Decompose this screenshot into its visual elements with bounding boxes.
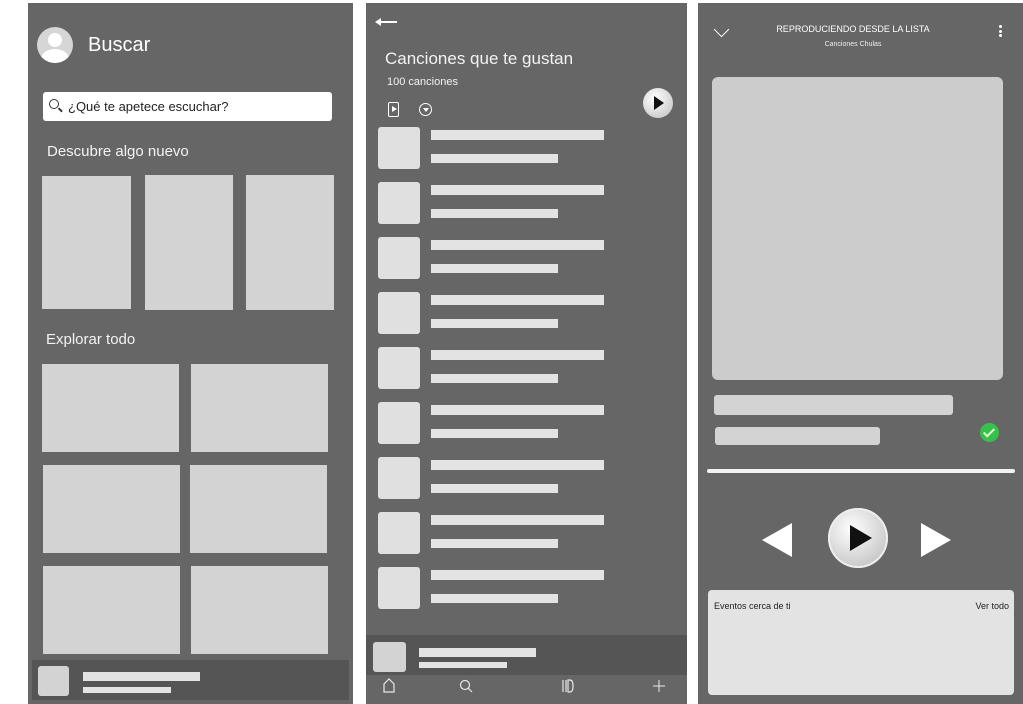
previous-icon[interactable] [762,523,792,557]
track-title [714,395,953,415]
search-icon [49,99,59,109]
song-thumbnail [378,567,420,609]
song-artist [431,374,558,383]
section-title-discover: Descubre algo nuevo [47,143,189,160]
discover-card[interactable] [42,176,131,309]
library-icon[interactable] [562,679,574,698]
song-thumbnail [378,402,420,444]
search-icon[interactable] [459,679,473,698]
playing-from-label: REPRODUCIENDO DESDE LA LISTA [776,24,930,34]
album-art [712,77,1003,380]
genre-card[interactable] [191,364,328,452]
kebab-menu-icon[interactable] [999,25,1002,39]
song-thumbnail [378,292,420,334]
song-artist [431,484,558,493]
song-title [431,405,604,415]
avatar[interactable] [37,27,73,63]
song-thumbnail [378,457,420,499]
mini-player-cover [38,666,69,696]
events-title: Eventos cerca de ti [714,601,791,611]
song-title [431,130,604,140]
song-artist [431,539,558,548]
genre-card[interactable] [190,465,327,553]
song-artist [431,154,558,163]
song-title [431,240,604,250]
download-icon[interactable] [419,103,432,116]
mini-player[interactable] [366,635,687,675]
play-button[interactable] [828,508,888,568]
song-artist [431,429,558,438]
discover-card[interactable] [145,175,233,310]
search-screen: Buscar ¿Qué te apetece escuchar? Descubr… [28,3,353,704]
search-input[interactable]: ¿Qué te apetece escuchar? [43,92,332,121]
song-artist [431,594,558,603]
shuffle-play-icon[interactable] [388,102,399,117]
playlist-name: Canciones Chulas [824,41,882,48]
section-title-explore: Explorar todo [46,331,136,348]
playlist-title: Canciones que te gustan [385,49,574,68]
page-title: Buscar [88,34,151,56]
song-title [431,515,604,525]
song-title [431,570,604,580]
play-button[interactable] [643,88,673,118]
progress-bar[interactable] [707,469,1015,473]
mini-player-artist [419,662,507,668]
discover-card[interactable] [246,175,334,310]
now-playing-screen: REPRODUCIENDO DESDE LA LISTA Canciones C… [698,3,1023,704]
song-artist [431,264,558,273]
liked-songs-screen: Canciones que te gustan 100 canciones [366,3,687,704]
song-title [431,460,604,470]
song-title [431,185,604,195]
genre-card[interactable] [43,566,180,654]
home-icon[interactable] [383,678,395,698]
search-placeholder: ¿Qué te apetece escuchar? [68,99,229,114]
song-artist [431,209,558,218]
add-icon[interactable] [653,679,665,697]
song-artist [431,319,558,328]
liked-check-icon[interactable] [980,423,999,442]
arrow-left-icon[interactable] [375,17,397,27]
genre-card[interactable] [43,465,180,553]
mini-player-artist [83,687,171,693]
see-all-link[interactable]: Ver todo [975,601,1009,611]
song-count: 100 canciones [387,76,458,88]
song-thumbnail [378,127,420,169]
mini-player-cover [373,642,406,672]
genre-card[interactable] [42,364,179,452]
next-icon[interactable] [921,523,951,557]
mini-player-title [419,648,536,657]
song-thumbnail [378,182,420,224]
song-thumbnail [378,347,420,389]
mini-player-title [83,672,200,681]
song-thumbnail [378,237,420,279]
song-title [431,295,604,305]
mini-player[interactable] [32,660,349,700]
song-title [431,350,604,360]
events-card: Eventos cerca de ti Ver todo [708,590,1014,695]
track-artist [715,427,880,445]
song-thumbnail [378,512,420,554]
genre-card[interactable] [191,566,328,654]
